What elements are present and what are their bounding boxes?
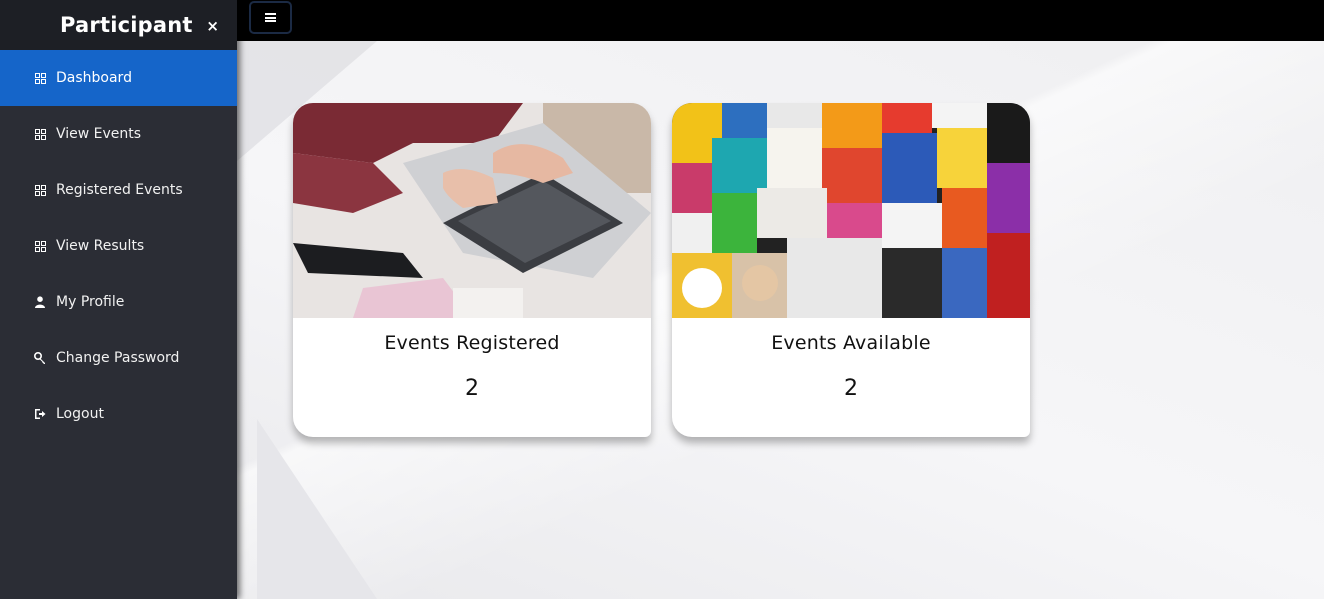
sidebar-item-my-profile[interactable]: My Profile (0, 274, 237, 330)
events-registered-card[interactable]: Events Registered 2 (293, 103, 651, 437)
user-icon (34, 296, 46, 308)
grid-icon (34, 128, 46, 140)
grid-icon (34, 72, 46, 84)
grid-icon (34, 240, 46, 252)
brand-title: Participant (60, 13, 193, 37)
key-icon (34, 352, 46, 364)
sidebar-item-label: Change Password (56, 350, 180, 366)
card-title: Events Registered (384, 332, 560, 354)
hamburger-icon (265, 13, 276, 22)
card-count: 2 (465, 376, 479, 401)
logout-icon (34, 408, 46, 420)
event-posters-photo (672, 103, 1030, 318)
background-shape (257, 419, 377, 599)
sidebar-header: Participant × (0, 0, 237, 50)
events-available-card[interactable]: Events Available 2 (672, 103, 1030, 437)
grid-icon (34, 184, 46, 196)
sidebar-item-label: Logout (56, 406, 104, 422)
laptop-photo (293, 103, 651, 318)
sidebar-item-label: View Results (56, 238, 145, 254)
sidebar-item-registered-events[interactable]: Registered Events (0, 162, 237, 218)
sidebar-item-label: Dashboard (56, 70, 132, 86)
sidebar-item-view-events[interactable]: View Events (0, 106, 237, 162)
sidebar-item-label: View Events (56, 126, 142, 142)
sidebar-item-logout[interactable]: Logout (0, 386, 237, 442)
sidebar-item-view-results[interactable]: View Results (0, 218, 237, 274)
sidebar-item-label: Registered Events (56, 182, 183, 198)
menu-toggle-button[interactable] (249, 1, 292, 34)
main-content: Events Registered 2 Events Available 2 (237, 41, 1324, 599)
card-title: Events Available (771, 332, 931, 354)
sidebar-nav: Dashboard View Events Registered Events … (0, 50, 237, 442)
topbar (237, 0, 1324, 41)
sidebar-item-change-password[interactable]: Change Password (0, 330, 237, 386)
card-count: 2 (844, 376, 858, 401)
sidebar: Participant × Dashboard View Events Regi… (0, 0, 237, 599)
sidebar-item-dashboard[interactable]: Dashboard (0, 50, 237, 106)
close-sidebar-button[interactable]: × (206, 17, 219, 35)
sidebar-item-label: My Profile (56, 294, 125, 310)
